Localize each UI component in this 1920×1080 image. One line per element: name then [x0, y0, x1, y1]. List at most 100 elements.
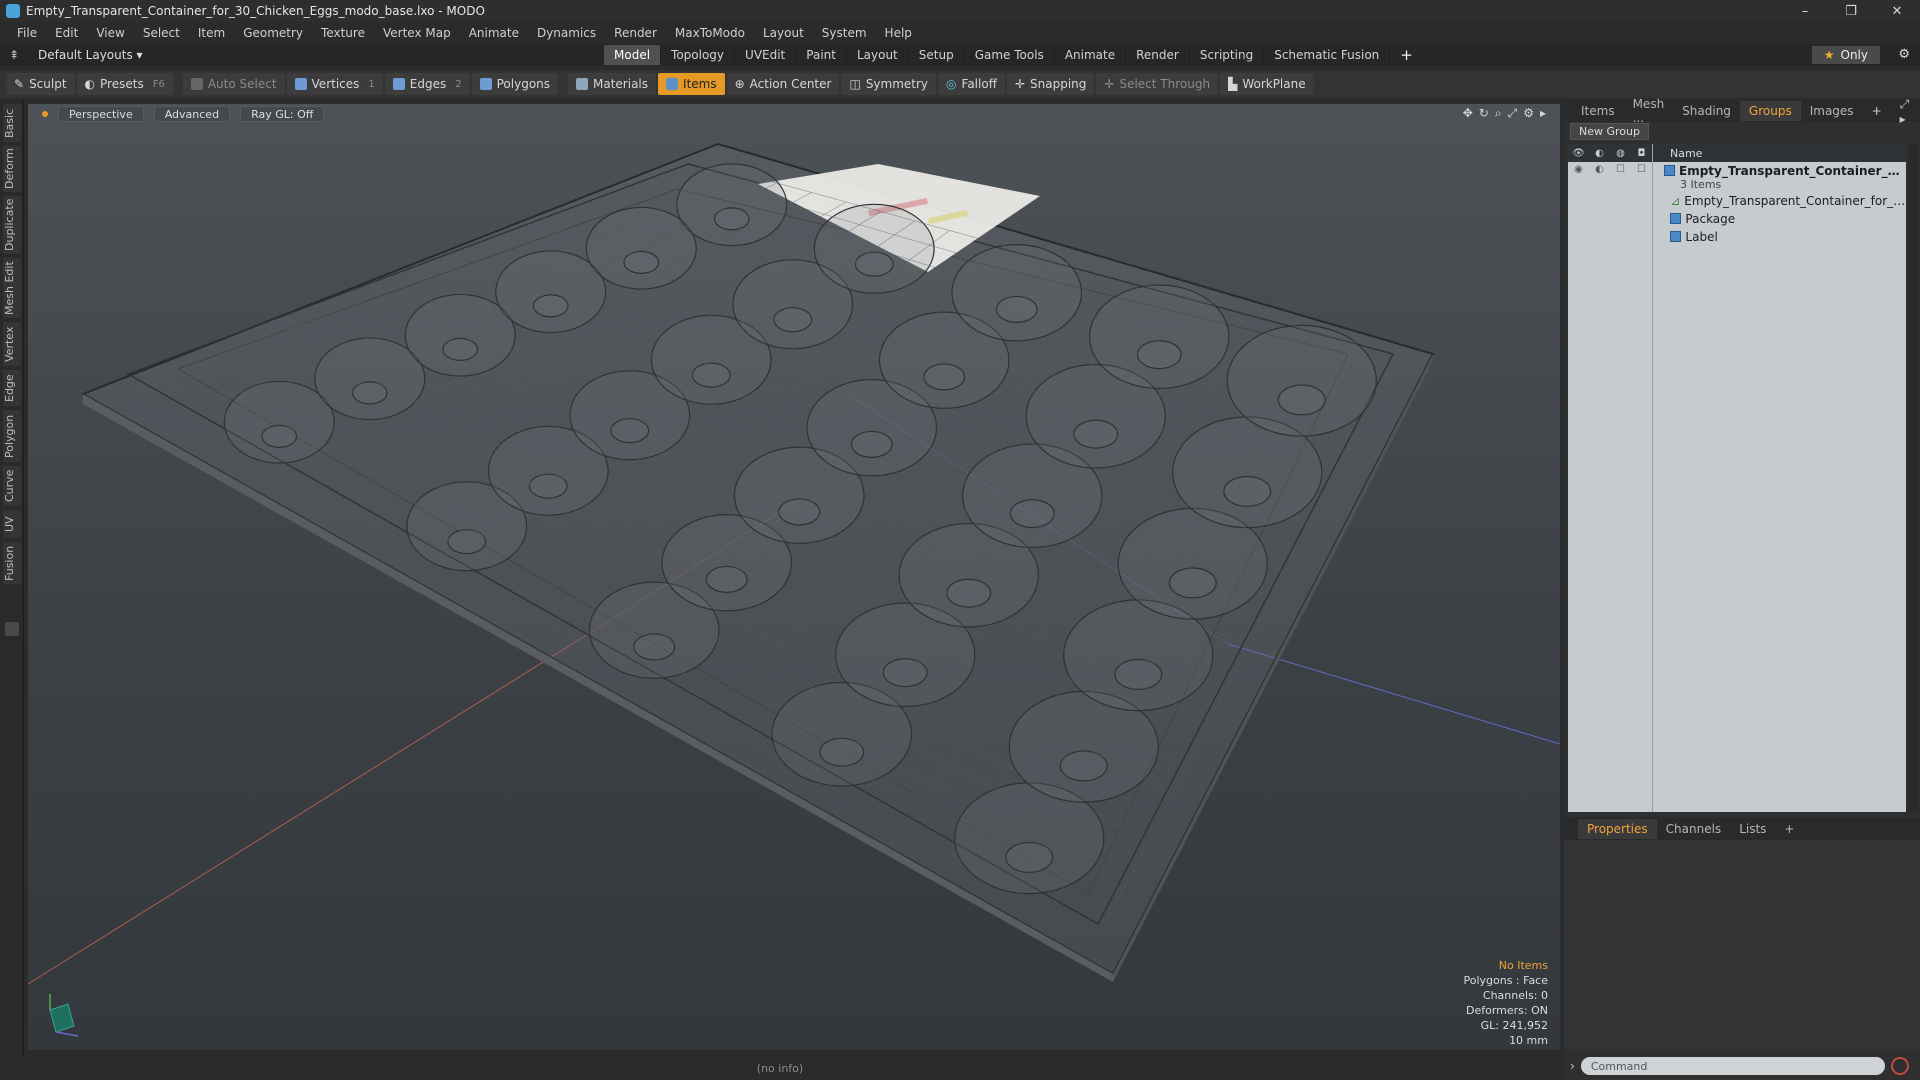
eye-icon[interactable]: ◉: [1568, 164, 1589, 175]
tab-fusion[interactable]: Fusion: [3, 542, 21, 584]
visibility-column-icon[interactable]: 👁: [1568, 148, 1589, 159]
menu-dynamics[interactable]: Dynamics: [528, 26, 605, 40]
tab-groups[interactable]: Groups: [1739, 101, 1801, 121]
items-button[interactable]: Items: [658, 73, 725, 95]
tab-properties[interactable]: Properties: [1578, 819, 1657, 839]
tab-shading[interactable]: Shading: [1673, 101, 1740, 121]
tab-items[interactable]: Items: [1572, 101, 1624, 121]
zoom-view-icon[interactable]: ⌕: [1495, 106, 1502, 121]
add-panel-tab-icon[interactable]: +: [1863, 101, 1891, 121]
menu-maxtomodo[interactable]: MaxToModo: [666, 26, 754, 40]
tab-scripting[interactable]: Scripting: [1190, 45, 1265, 65]
menu-render[interactable]: Render: [605, 26, 666, 40]
tab-curve[interactable]: Curve: [3, 466, 21, 506]
falloff-button[interactable]: ◎ Falloff: [938, 73, 1005, 95]
menu-system[interactable]: System: [813, 26, 876, 40]
sculpt-button[interactable]: ✎ Sculpt: [6, 73, 75, 95]
tab-setup[interactable]: Setup: [909, 45, 965, 65]
select-column-icon[interactable]: ◘: [1631, 148, 1652, 159]
tab-vertex[interactable]: Vertex: [3, 322, 21, 366]
tab-images[interactable]: Images: [1801, 101, 1863, 121]
menu-view[interactable]: View: [87, 26, 133, 40]
select-through-button[interactable]: ✛ Select Through: [1096, 73, 1219, 95]
gear-icon[interactable]: ⚙: [1898, 47, 1910, 62]
menu-file[interactable]: File: [8, 26, 46, 40]
only-button[interactable]: ★ Only: [1811, 46, 1880, 64]
tab-topology[interactable]: Topology: [661, 45, 736, 65]
menu-edit[interactable]: Edit: [46, 26, 87, 40]
restore-button[interactable]: ❐: [1828, 0, 1874, 22]
render-column-icon[interactable]: ◐: [1589, 148, 1610, 159]
snapping-button[interactable]: ✛ Snapping: [1006, 73, 1095, 95]
action-center-button[interactable]: ⊕ Action Center: [726, 73, 840, 95]
polygons-label: Polygons: [496, 77, 551, 91]
shading-advanced-button[interactable]: Advanced: [153, 106, 231, 122]
materials-button[interactable]: Materials: [568, 73, 657, 95]
auto-select-button[interactable]: Auto Select: [182, 73, 285, 95]
tab-layout[interactable]: Layout: [847, 45, 909, 65]
tab-channels[interactable]: Channels: [1657, 819, 1731, 839]
edges-button[interactable]: Edges 2: [384, 73, 470, 95]
3d-viewport[interactable]: Perspective Advanced Ray GL: Off ✥ ↻ ⌕ ⤢…: [28, 104, 1560, 1050]
tab-game-tools[interactable]: Game Tools: [965, 45, 1055, 65]
lock-column-icon[interactable]: ◍: [1610, 148, 1631, 159]
rotate-view-icon[interactable]: ↻: [1479, 106, 1489, 121]
move-view-icon[interactable]: ✥: [1463, 106, 1473, 121]
new-group-button[interactable]: New Group: [1570, 122, 1649, 140]
name-column-header[interactable]: Name: [1670, 147, 1702, 160]
add-tab-button[interactable]: +: [1390, 43, 1423, 67]
menu-geometry[interactable]: Geometry: [234, 26, 312, 40]
list-item[interactable]: Package: [1568, 210, 1906, 228]
list-item[interactable]: Label: [1568, 228, 1906, 246]
menu-select[interactable]: Select: [134, 26, 189, 40]
tab-render[interactable]: Render: [1126, 45, 1190, 65]
presets-button[interactable]: ◐ Presets F6: [76, 73, 173, 95]
tab-duplicate[interactable]: Duplicate: [3, 196, 21, 254]
minimize-button[interactable]: –: [1782, 0, 1828, 22]
tab-polygon[interactable]: Polygon: [3, 410, 21, 462]
tab-mesh-edit[interactable]: Mesh Edit: [3, 258, 21, 318]
tab-basic[interactable]: Basic: [3, 104, 21, 142]
vertices-button[interactable]: Vertices 1: [286, 73, 383, 95]
tab-edge[interactable]: Edge: [3, 370, 21, 406]
groups-scrollbar[interactable]: [1908, 144, 1918, 812]
list-item[interactable]: ⊿ Empty_Transparent_Container_for_3 ...: [1568, 192, 1906, 210]
layout-collapse-icon[interactable]: ⇞: [4, 48, 24, 62]
tab-lists[interactable]: Lists: [1730, 819, 1775, 839]
tab-animate[interactable]: Animate: [1055, 45, 1127, 65]
command-input[interactable]: Command: [1580, 1057, 1885, 1075]
maximize-view-icon[interactable]: ⤢: [1508, 106, 1518, 121]
menu-layout[interactable]: Layout: [754, 26, 813, 40]
command-stop-icon[interactable]: [1890, 1057, 1909, 1075]
tab-model[interactable]: Model: [604, 45, 662, 65]
menu-animate[interactable]: Animate: [460, 26, 528, 40]
default-layouts-dropdown[interactable]: Default Layouts ▾: [38, 48, 498, 62]
perspective-button[interactable]: Perspective: [58, 106, 144, 122]
workplane-button[interactable]: ▙ WorkPlane: [1220, 73, 1314, 95]
tab-uv[interactable]: UV: [3, 510, 21, 538]
viewport-settings-icon[interactable]: ⚙: [1523, 106, 1534, 121]
close-button[interactable]: ✕: [1874, 0, 1920, 22]
viewport-menu-dot[interactable]: [42, 111, 48, 117]
egg-cup-bottom: [773, 307, 813, 333]
tab-schematic-fusion[interactable]: Schematic Fusion: [1264, 45, 1391, 65]
select-box-icon[interactable]: ☐: [1631, 164, 1652, 175]
raygl-button[interactable]: Ray GL: Off: [240, 106, 325, 122]
lock-box-icon[interactable]: ☐: [1610, 164, 1631, 175]
group-row[interactable]: ◉ ◐ ☐ ☐ Empty_Transparent_Container_fo..…: [1568, 162, 1906, 192]
falloff-icon: ◎: [946, 77, 957, 91]
tab-uvedit[interactable]: UVEdit: [735, 45, 797, 65]
polygons-button[interactable]: Polygons: [471, 73, 559, 95]
panel-toggle-icon[interactable]: [5, 622, 19, 636]
tab-paint[interactable]: Paint: [796, 45, 847, 65]
menu-texture[interactable]: Texture: [312, 26, 374, 40]
viewport-expand-icon[interactable]: ▸: [1540, 106, 1546, 121]
menu-item[interactable]: Item: [189, 26, 234, 40]
tab-deform[interactable]: Deform: [3, 146, 21, 192]
panel-expand-icon[interactable]: ⤢ ▸: [1891, 94, 1920, 129]
menu-vertex-map[interactable]: Vertex Map: [374, 26, 460, 40]
render-icon[interactable]: ◐: [1589, 164, 1610, 175]
menu-help[interactable]: Help: [876, 26, 921, 40]
add-properties-tab-icon[interactable]: +: [1775, 819, 1803, 839]
symmetry-button[interactable]: ◫ Symmetry: [841, 73, 937, 95]
